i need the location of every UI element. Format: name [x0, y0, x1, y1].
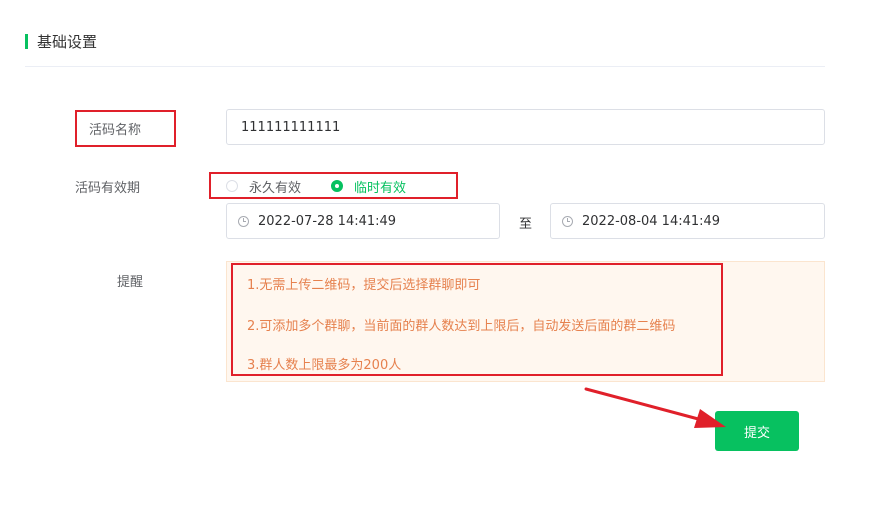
radio-permanent-label: 永久有效: [249, 180, 302, 196]
section-divider: [25, 66, 825, 67]
clock-icon: [238, 215, 249, 227]
section-title: 基础设置: [37, 32, 98, 51]
submit-button[interactable]: 提交: [715, 411, 799, 451]
name-label: 活码名称: [89, 123, 142, 138]
start-datetime-input[interactable]: 2022-07-28 14:41:49: [226, 203, 500, 239]
clock-icon: [562, 215, 573, 227]
reminder-label: 提醒: [117, 275, 144, 290]
end-datetime-input[interactable]: 2022-08-04 14:41:49: [550, 203, 825, 239]
reminder-notice: 1.无需上传二维码，提交后选择群聊即可 2.可添加多个群聊，当前面的群人数达到上…: [226, 261, 825, 382]
name-input-value: 111111111111: [241, 119, 341, 135]
radio-permanent-circle[interactable]: [226, 180, 238, 192]
radio-temporary[interactable]: 临时有效: [331, 177, 406, 196]
start-datetime-value: 2022-07-28 14:41:49: [258, 213, 397, 229]
validity-radio-group: 永久有效 临时有效: [226, 176, 406, 196]
section-header: 基础设置: [25, 31, 97, 51]
radio-permanent[interactable]: 永久有效: [226, 177, 301, 196]
reminder-line-1: 1.无需上传二维码，提交后选择群聊即可: [247, 278, 481, 293]
name-input[interactable]: 111111111111: [226, 109, 825, 145]
date-range-separator: 至: [519, 217, 533, 232]
radio-temporary-circle[interactable]: [331, 180, 344, 192]
reminder-line-2: 2.可添加多个群聊，当前面的群人数达到上限后，自动发送后面的群二维码: [247, 319, 676, 334]
validity-label: 活码有效期: [75, 181, 141, 196]
reminder-line-3: 3.群人数上限最多为200人: [247, 358, 402, 373]
end-datetime-value: 2022-08-04 14:41:49: [582, 213, 721, 229]
section-accent-bar: [25, 33, 28, 49]
radio-temporary-label: 临时有效: [354, 180, 407, 196]
